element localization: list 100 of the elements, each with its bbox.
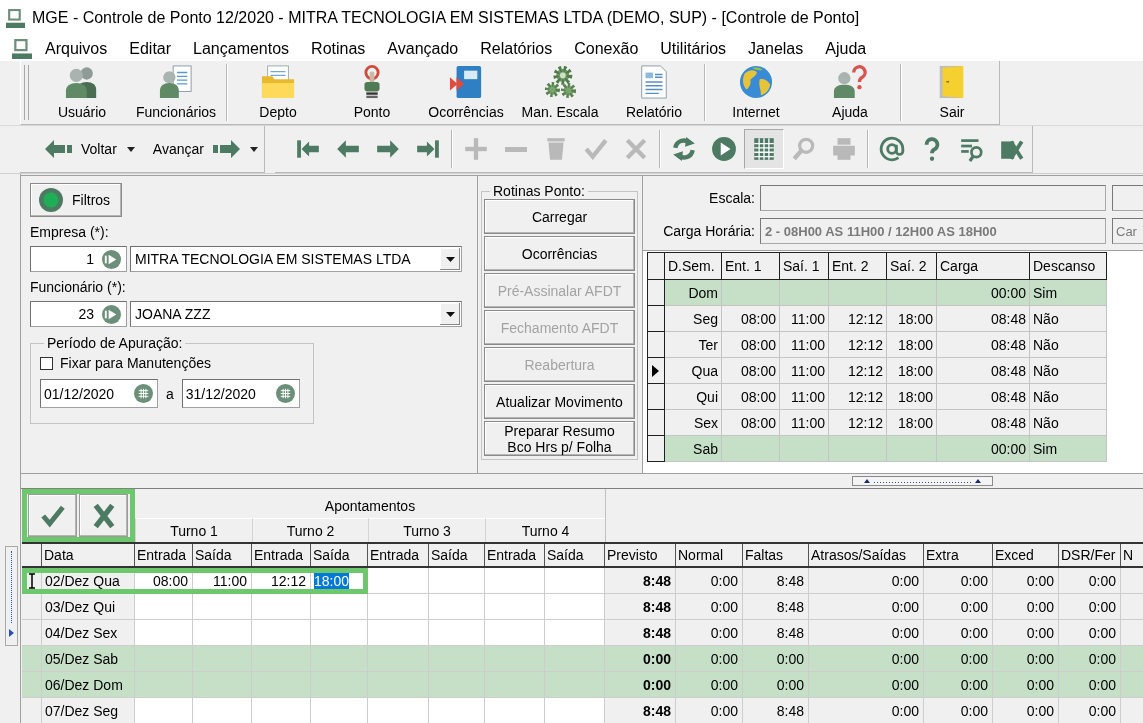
menu-item[interactable]: Lançamentos: [182, 37, 301, 60]
row-indicator[interactable]: [647, 409, 665, 436]
column-header[interactable]: Saída: [311, 544, 368, 566]
caret-down-icon[interactable]: [445, 311, 455, 317]
column-header[interactable]: Extra: [924, 544, 993, 566]
toolbar-button[interactable]: Usuário: [35, 61, 129, 123]
menu-item[interactable]: Avançado: [376, 37, 470, 60]
computer-icon[interactable]: [12, 38, 32, 59]
date-field[interactable]: 01/12/2020: [40, 379, 158, 408]
play-circle-icon[interactable]: [102, 249, 121, 269]
column-header[interactable]: Saí. 2: [886, 252, 937, 280]
column-header[interactable]: Saída: [429, 544, 485, 566]
filters-button[interactable]: Filtros: [30, 183, 122, 217]
toolbar-button[interactable]: [743, 129, 784, 169]
table-row[interactable]: Sex 08:00 11:00 12:12 18:00 08:48 Não: [647, 409, 1107, 436]
menu-item[interactable]: Rotinas: [300, 37, 377, 60]
toolbar-button[interactable]: Ajuda: [803, 61, 897, 123]
column-header[interactable]: DSR/Fer: [1059, 544, 1121, 566]
routine-button[interactable]: Ocorrências: [484, 236, 635, 271]
table-cell: 0:00: [676, 568, 743, 594]
toolbar-button[interactable]: Ponto: [325, 61, 419, 123]
play-circle-icon[interactable]: [102, 304, 121, 324]
group-title: Rotinas Ponto:: [492, 183, 586, 199]
column-header[interactable]: Saí. 1: [779, 252, 829, 280]
date-range-separator: a: [166, 385, 174, 402]
cancel-button[interactable]: [79, 494, 128, 537]
routine-button[interactable]: Preparar Resumo Bco Hrs p/ Folha: [484, 421, 635, 456]
menu-item[interactable]: Editar: [118, 37, 183, 60]
table-row[interactable]: Ter 08:00 11:00 12:12 18:00 08:48 Não: [647, 331, 1107, 358]
collapsed-side-panel[interactable]: [5, 546, 18, 646]
toolbar-button[interactable]: Depto: [231, 61, 325, 123]
table-row[interactable]: 06/Dez Dom 0:00 0:00 0:00 0:00 0:00 0:00 0:00: [22, 672, 1143, 698]
schedule-field[interactable]: [760, 185, 1106, 211]
table-cell: 8:48: [743, 698, 809, 723]
column-header[interactable]: Saída: [545, 544, 605, 566]
date-field[interactable]: 31/12/2020: [181, 379, 300, 408]
code-field[interactable]: 23: [30, 301, 127, 327]
menu-item[interactable]: Arquivos: [34, 37, 119, 60]
menu-item[interactable]: Ajuda: [814, 37, 878, 60]
calendar-icon[interactable]: [275, 384, 295, 403]
menu-item[interactable]: Janelas: [737, 37, 815, 60]
toolbar-button[interactable]: Ocorrências: [419, 61, 513, 123]
table-cell[interactable]: 18:00: [311, 568, 368, 594]
company-combobox[interactable]: MITRA TECNOLOGIA EM SISTEMAS LTDA: [130, 246, 462, 272]
toolbar-button[interactable]: Man. Escala: [513, 61, 607, 123]
column-header[interactable]: Normal: [676, 544, 743, 566]
routine-button[interactable]: Atualizar Movimento: [484, 384, 635, 419]
table-cell: 03/Dez Qui: [42, 594, 135, 620]
table-row[interactable]: 07/Dez Seg 8:48 0:00 8:48 0:00 0:00 0:00 0:00: [22, 698, 1143, 723]
table-row[interactable]: Sab 00:00 Sim: [647, 435, 1107, 462]
column-header[interactable]: Ent. 2: [828, 252, 887, 280]
toolbar-button[interactable]: Funcionários: [129, 61, 223, 123]
column-header[interactable]: Exced: [993, 544, 1059, 566]
column-header[interactable]: N: [1121, 544, 1143, 566]
row-indicator[interactable]: [647, 435, 665, 462]
caret-down-icon[interactable]: [445, 256, 455, 262]
menu-item[interactable]: Conexão: [563, 37, 650, 60]
column-header[interactable]: Descanso: [1029, 252, 1107, 280]
column-header[interactable]: Carga: [936, 252, 1030, 280]
employee-combobox[interactable]: JOANA ZZZ: [130, 301, 462, 327]
column-header[interactable]: Saída: [193, 544, 252, 566]
row-indicator[interactable]: [647, 383, 665, 410]
column-header[interactable]: Faltas: [743, 544, 809, 566]
table-row[interactable]: Seg 08:00 11:00 12:12 18:00 08:48 Não: [647, 305, 1107, 332]
table-row[interactable]: 02/Dez Qua 08:00 11:00 12:12 18:00 8:48 0:00 8:48 0:00 0:00 0:00 0:00: [22, 568, 1143, 594]
column-header[interactable]: Entrada: [485, 544, 545, 566]
back-button[interactable]: Voltar: [41, 132, 121, 166]
column-header[interactable]: Ent. 1: [721, 252, 780, 280]
row-indicator[interactable]: [647, 331, 665, 358]
forward-button[interactable]: Avançar: [148, 132, 244, 166]
column-header[interactable]: D.Sem.: [664, 252, 722, 280]
arrow-left-icon: [45, 140, 73, 158]
toolbar-button[interactable]: Relatório: [607, 61, 701, 123]
column-header[interactable]: Atrasos/Saídas: [809, 544, 924, 566]
caret-down-icon[interactable]: [249, 146, 258, 152]
routine-button[interactable]: Carregar: [484, 199, 635, 234]
table-row[interactable]: Qui 08:00 11:00 12:12 18:00 08:48 Não: [647, 383, 1107, 410]
table-row[interactable]: Qua 08:00 11:00 12:12 18:00 08:48 Não: [647, 357, 1107, 384]
column-header[interactable]: Entrada: [135, 544, 193, 566]
checkbox-label[interactable]: Fixar para Manutenções: [60, 355, 211, 371]
list-search-icon: [958, 136, 985, 162]
menu-item[interactable]: Utilitários: [649, 37, 738, 60]
splitter-handle-icon[interactable]: [852, 476, 993, 486]
column-header[interactable]: Previsto: [605, 544, 676, 566]
toolbar-button[interactable]: Sair: [905, 61, 999, 123]
code-field[interactable]: 1: [30, 246, 127, 272]
table-row[interactable]: 05/Dez Sab 0:00 0:00 0:00 0:00 0:00 0:00 0:00: [22, 646, 1143, 672]
column-header[interactable]: Entrada: [368, 544, 429, 566]
table-row[interactable]: 03/Dez Qui 8:48 0:00 8:48 0:00 0:00 0:00 0:00: [22, 594, 1143, 620]
table-row[interactable]: 04/Dez Sex 8:48 0:00 8:48 0:00 0:00 0:00 0:00: [22, 620, 1143, 646]
checkbox[interactable]: [40, 356, 53, 370]
column-header[interactable]: Entrada: [252, 544, 311, 566]
menu-item[interactable]: Relatórios: [469, 37, 564, 60]
calendar-icon[interactable]: [134, 384, 153, 403]
row-indicator[interactable]: [647, 357, 665, 384]
caret-down-icon[interactable]: [126, 146, 135, 152]
row-indicator[interactable]: [647, 305, 665, 332]
toolbar-button[interactable]: Internet: [709, 61, 803, 123]
confirm-button[interactable]: [28, 494, 77, 537]
column-header[interactable]: Data: [42, 544, 135, 566]
